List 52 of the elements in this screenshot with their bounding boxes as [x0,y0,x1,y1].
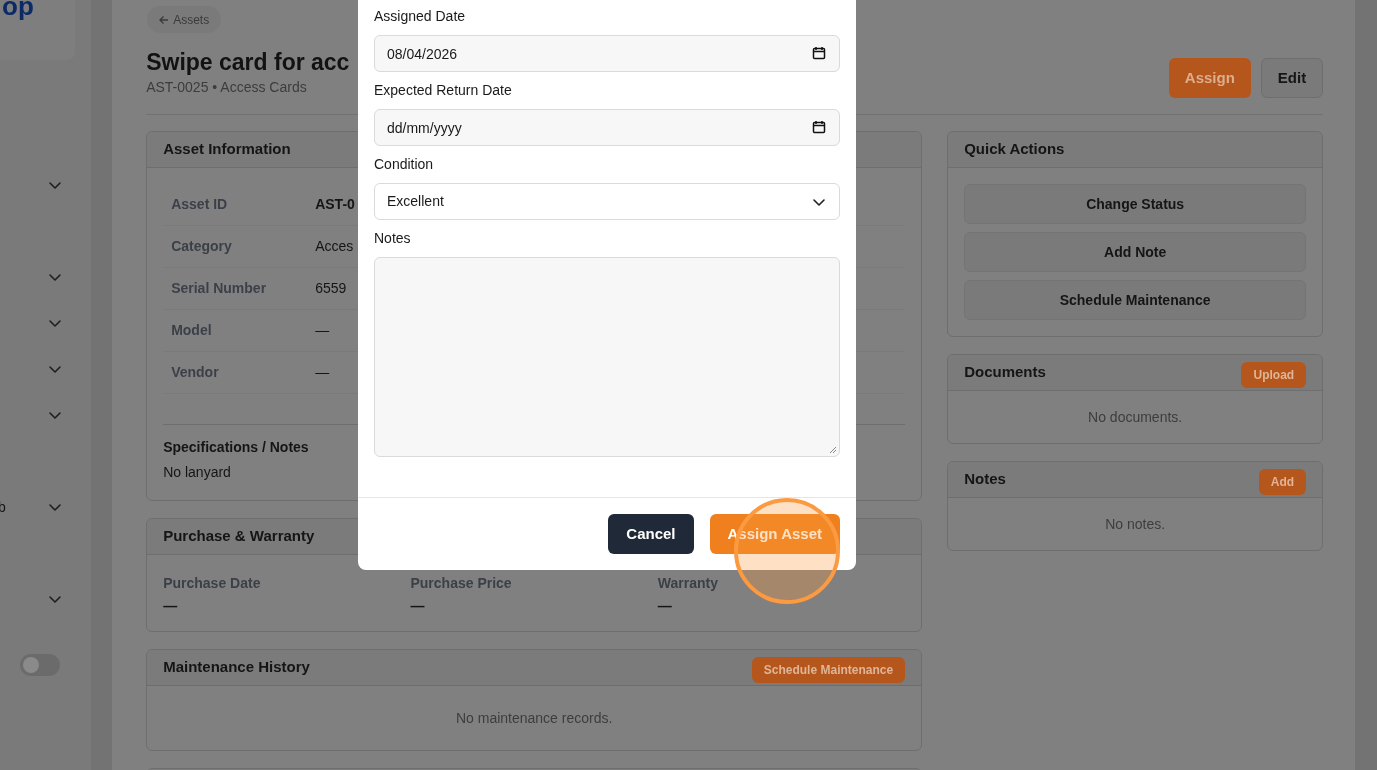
card-title: Quick Actions [964,139,1065,160]
field-value: AST-0 [315,195,355,214]
field-label: Notes [374,229,412,248]
field-value: — [410,597,426,616]
field-label: Asset ID [171,195,229,214]
logo-text: op [2,0,34,21]
field-label: Expected Return Date [374,81,513,100]
field-label: Warranty [657,574,719,593]
field-label: Vendor [171,363,220,382]
date-field[interactable]: 08/04/2026 [374,35,840,72]
card-action-button[interactable]: Upload [1241,361,1307,388]
date-field[interactable]: dd/mm/yyyy [374,109,840,146]
field-value: — [315,321,330,340]
calendar-icon[interactable] [812,120,826,134]
calendar-icon[interactable] [812,46,826,60]
field-label: Purchase Price [410,574,513,593]
card-title: Documents [964,362,1046,383]
field-label: Condition [374,155,435,174]
field-value: Acces [315,237,354,256]
quick-action-button[interactable]: Add Note [964,232,1307,272]
header-button[interactable]: Edit [1260,58,1324,98]
dialog-button[interactable]: Cancel [608,514,694,554]
toggle-switch[interactable] [20,654,60,676]
card-action-button[interactable]: Schedule Maintenance [751,656,906,683]
field-value: — [657,597,673,616]
select-field[interactable]: Excellent [374,183,840,220]
empty-message: No notes. [1105,514,1166,534]
page-subtitle: AST-0025 • Access Cards [146,78,308,97]
field-value: — [163,597,179,616]
field-value: 6559 [315,279,347,298]
field-label: Category [171,237,233,256]
page-title: Swipe card for acc [146,48,350,77]
back-link[interactable]: Assets [147,6,222,33]
section-title: Specifications / Notes [163,438,309,457]
empty-message: No maintenance records. [455,708,613,728]
card-title: Notes [964,469,1006,490]
field-label: Purchase Date [163,574,262,593]
field-label: Serial Number [171,279,268,298]
field-label: Model [171,321,213,340]
empty-message: No documents. [1088,407,1183,427]
arrow-left-icon [159,14,170,25]
resize-handle-icon[interactable] [829,446,837,454]
quick-action-button[interactable]: Change Status [964,184,1307,224]
field-label: Assigned Date [374,7,467,26]
card-title: Maintenance History [163,657,310,678]
quick-action-button[interactable]: Schedule Maintenance [964,280,1307,320]
card-title: Purchase & Warranty [163,526,315,547]
card-action-button[interactable]: Add [1258,468,1307,495]
field-value: — [315,363,330,382]
card-title: Asset Information [163,139,291,160]
specs-text: No lanyard [163,463,231,482]
header-button[interactable]: Assign [1168,58,1251,98]
